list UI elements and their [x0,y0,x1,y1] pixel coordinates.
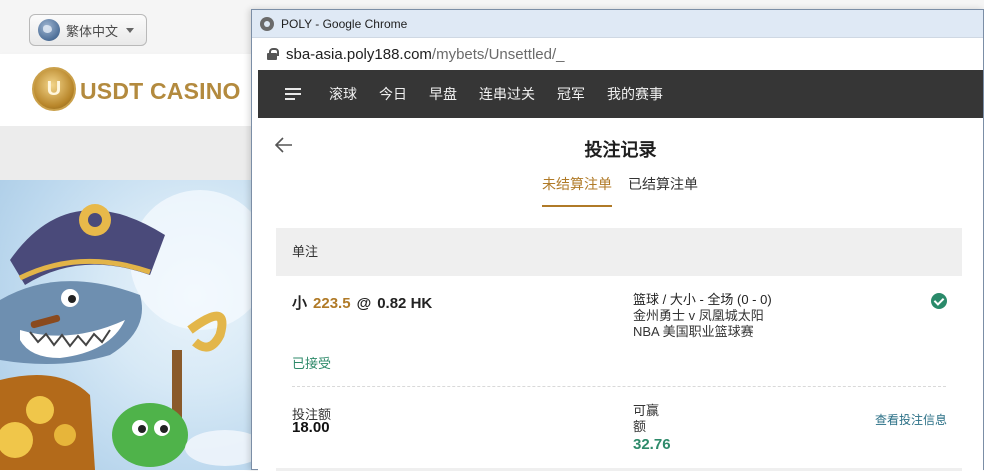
dashed-divider [292,386,946,387]
window-title-bar[interactable]: POLY - Google Chrome [252,10,983,38]
language-select[interactable]: 繁体中文 [29,14,147,46]
potential-win-label: 可赢额 [633,403,660,434]
page-scrollbar[interactable] [973,118,979,471]
logo-emblem-letter: U [46,78,62,100]
bet-status-tabs: 未结算注单 已结算注单 [542,174,698,207]
bet-selection: 小 [292,295,308,312]
lock-icon[interactable] [267,48,279,60]
nav-item-outright[interactable]: 冠军 [557,84,585,104]
bet-status: 已接受 [292,356,332,371]
view-bet-details-link[interactable]: 查看投注信息 [875,411,947,428]
caret-down-icon [126,27,135,33]
shark-pirate-illustration [0,190,260,470]
nav-item-live[interactable]: 滚球 [329,84,357,104]
chrome-icon [260,16,274,31]
match-info: 篮球 / 大小 - 全场 (0 - 0) 金州勇士 v 凤凰城太阳 NBA 美国… [633,292,772,340]
casino-logo-emblem[interactable]: U [32,67,76,111]
url-path: /mybets/Unsettled/_ [431,45,565,63]
stake-value: 18.00 [292,419,330,436]
bet-handicap-line: 223.5 [313,295,351,312]
bet-at-symbol: @ [356,295,372,312]
nav-item-my-events[interactable]: 我的赛事 [607,84,663,104]
url-host: sba-asia.poly188.com [286,45,432,63]
url-text[interactable]: sba-asia.poly188.com/mybets/Unsettled/_ [286,46,564,63]
potential-win-value: 32.76 [633,436,671,453]
hamburger-menu-icon[interactable] [285,88,301,100]
tab-settled[interactable]: 已结算注单 [628,174,698,207]
site-logo-bar: U USDT CASINO [0,54,260,126]
language-label: 繁体中文 [66,23,119,39]
match-league: NBA 美国职业篮球赛 [633,324,754,339]
site-gap [0,126,260,180]
nav-item-early[interactable]: 早盘 [429,84,457,104]
globe-icon [38,19,60,41]
casino-logo-text[interactable]: USDT CASINO [80,78,241,105]
bet-selection-line: 小 223.5 @0.82 HK [292,292,432,313]
bet-market: 篮球 / 大小 - 全场 (0 - 0) [633,292,772,307]
window-title: POLY - Google Chrome [281,16,408,31]
check-circle-icon [931,293,947,309]
bet-card: 小 223.5 @0.82 HK 篮球 / 大小 - 全场 (0 - 0) 金州勇士… [276,276,962,471]
bet-odds: 0.82 HK [377,295,433,312]
promo-banner-image[interactable] [0,180,260,470]
page-title: 投注记录 [584,140,657,160]
section-header-single: 单注 [276,228,962,276]
sports-nav-bar: 滚球 今日 早盘 连串过关 冠军 我的赛事 [258,70,983,118]
tab-unsettled[interactable]: 未结算注单 [542,174,612,207]
chrome-popup-window: POLY - Google Chrome sba-asia.poly188.co… [251,9,984,471]
bet-history-page: 投注记录 未结算注单 已结算注单 单注 小 223.5 @0.82 HK 篮球 / … [258,118,983,471]
address-bar[interactable]: sba-asia.poly188.com/mybets/Unsettled/_ [252,38,983,70]
nav-item-parlay[interactable]: 连串过关 [479,84,535,104]
nav-item-today[interactable]: 今日 [379,84,407,104]
match-teams: 金州勇士 v 凤凰城太阳 [633,308,764,323]
